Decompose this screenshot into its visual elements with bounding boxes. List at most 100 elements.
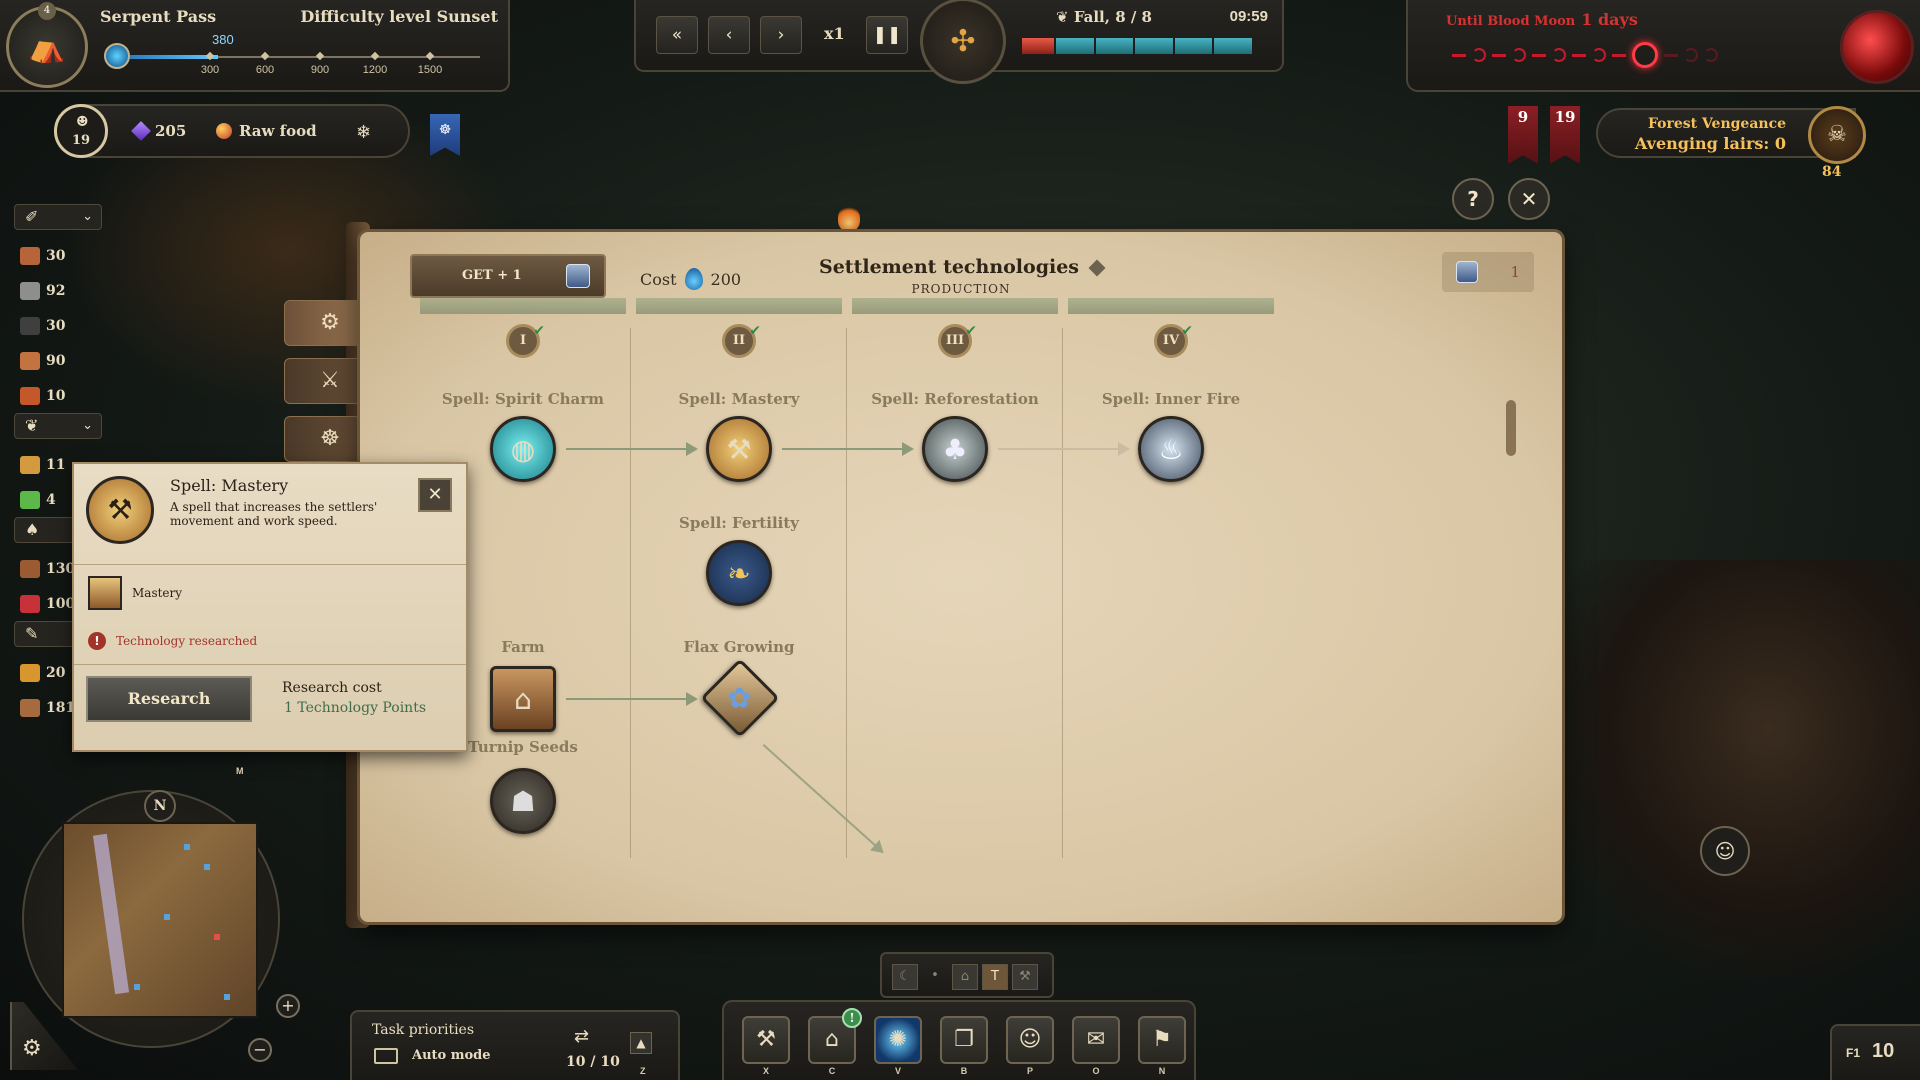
pickaxe-axe-icon[interactable]: ⚒ X (742, 1016, 790, 1076)
blood-moon-icon[interactable] (1840, 10, 1914, 84)
housing-count: 19 (1554, 108, 1576, 126)
resource-row[interactable]: 90 (14, 343, 104, 378)
alert-reminder[interactable]: 9 (1508, 106, 1538, 164)
resource-amount: 92 (46, 282, 66, 299)
difficulty-label: Difficulty level Sunset (300, 7, 498, 26)
auto-mode-toggle[interactable] (374, 1048, 398, 1064)
resource-row[interactable]: 30 (14, 238, 104, 273)
divider (74, 564, 466, 565)
tier-band (852, 298, 1058, 314)
swap-arrows-icon[interactable]: ⇄ (574, 1026, 589, 1047)
help-button[interactable]: ? (1452, 178, 1494, 220)
node-label: Flax Growing (683, 638, 795, 656)
magic-orb-icon[interactable]: ✺ V (874, 1016, 922, 1076)
tech-point-icon (1456, 261, 1478, 283)
campfire (838, 205, 860, 231)
hammer-mode-icon[interactable]: ⚒ (1012, 964, 1038, 990)
tech-link-line (762, 744, 883, 853)
resource-icon (20, 351, 40, 370)
resource-amount: 20 (46, 664, 66, 681)
minimap[interactable] (62, 822, 258, 1018)
hammer-icon[interactable]: ⚑ N (1138, 1016, 1186, 1076)
book-title-text: Settlement technologies (819, 256, 1079, 278)
population-badge[interactable]: ☻ 19 (54, 104, 108, 158)
building-mode-icon[interactable]: ⌂ (952, 964, 978, 990)
blood-moon-days: 1 days (1581, 10, 1638, 29)
season-label: ❦ Fall, 8 / 8 (1056, 8, 1152, 26)
vengeance-value: 84 (1822, 164, 1842, 180)
turnip-seeds-node[interactable]: ☗ (490, 768, 556, 834)
info-icon[interactable] (1088, 259, 1106, 277)
tooltip-close-button[interactable]: ✕ (418, 478, 452, 512)
tool-hotkey: X (762, 1066, 769, 1076)
resource-amount: 181 (46, 699, 76, 716)
progress-tick-label: 600 (255, 64, 275, 76)
tool-glyph: ✺ (888, 1027, 908, 1052)
flax-growing-node[interactable]: ✿ (700, 658, 780, 738)
gem-resource[interactable]: 205 (131, 121, 186, 141)
mastery-node[interactable]: ⚒ (706, 416, 772, 482)
progress-tick (370, 51, 380, 61)
rewind-button[interactable]: « (656, 16, 698, 54)
auto-mode-label: Auto mode (412, 1048, 491, 1063)
speed-label: x1 (824, 24, 845, 43)
resource-amount: 10 (46, 387, 66, 404)
snowflake-icon[interactable]: ❄ (356, 122, 371, 143)
task-priorities-panel: Task priorities Auto mode ⇄ 10 / 10 ▲ Z (350, 1010, 680, 1080)
f1-value: 10 (1872, 1040, 1895, 1062)
expand-up-button[interactable]: ▲ (630, 1032, 652, 1054)
map-scroll-icon[interactable]: ✉ O (1072, 1016, 1120, 1076)
tool-glyph: ⚒ (756, 1027, 776, 1052)
research-cost-label: Research cost (282, 680, 382, 696)
check-icon: ✔ (965, 323, 977, 339)
inner-fire-node[interactable]: ♨ (1138, 416, 1204, 482)
food-resource[interactable]: Raw food (216, 122, 317, 140)
f1-counter[interactable]: F1 10 (1830, 1024, 1920, 1080)
compass-north[interactable]: N (144, 790, 176, 822)
person-icon: ☻ (76, 114, 89, 130)
fertility-node[interactable]: ❧ (706, 540, 772, 606)
resource-category[interactable]: ❦ ⌄ (14, 413, 102, 439)
farm-node[interactable]: ⌂ (490, 666, 556, 732)
tool-glyph: ⚑ (1152, 1027, 1172, 1052)
chevron-down-icon: ⌄ (82, 209, 93, 224)
close-book-button[interactable]: ✕ (1508, 178, 1550, 220)
tier-band (636, 298, 842, 314)
zoom-in-button[interactable]: + (276, 994, 300, 1018)
pause-button[interactable]: ❚❚ (866, 16, 908, 54)
minimap-marker (164, 914, 170, 920)
faster-button[interactable]: › (760, 16, 802, 54)
population-count: 19 (71, 133, 91, 148)
spirit-charm-node[interactable]: ◍ (490, 416, 556, 482)
resource-category[interactable]: ✐ ⌄ (14, 204, 102, 230)
book-icon[interactable]: ❐ B (940, 1016, 988, 1076)
scrollbar-thumb[interactable] (1506, 400, 1516, 456)
technology-book: GET + 1 Cost 200 Settlement technologies… (360, 232, 1562, 922)
check-icon: ✔ (749, 323, 761, 339)
season-text: Fall, 8 / 8 (1073, 8, 1152, 26)
reforestation-node[interactable]: ♣ (922, 416, 988, 482)
gem-icon (131, 121, 151, 141)
construction-mode-icon[interactable]: T (982, 964, 1008, 990)
resource-row[interactable]: 10 (14, 378, 104, 413)
resource-row[interactable]: 92 (14, 273, 104, 308)
check-icon: ✔ (1181, 323, 1193, 339)
tool-hotkey: O (1092, 1066, 1100, 1076)
resource-row[interactable]: 30 (14, 308, 104, 343)
housing-reminder[interactable]: 19 (1550, 106, 1580, 164)
tooltip-item: Mastery (132, 586, 183, 600)
resource-amount: 100 (46, 595, 76, 612)
raw-food-icon (216, 123, 232, 139)
zoom-out-button[interactable]: − (248, 1038, 272, 1062)
slower-button[interactable]: ‹ (708, 16, 750, 54)
tech-link-arrow (566, 442, 698, 456)
settlers-icon[interactable]: ☺ P (1006, 1016, 1054, 1076)
settler-portrait-button[interactable]: ☺ (1700, 826, 1750, 876)
minimap-marker (134, 984, 140, 990)
technology-tooltip: ⚒ Spell: Mastery A spell that increases … (72, 462, 468, 752)
forest-vengeance-panel[interactable]: Forest Vengeance Avenging lairs: 0 ☠ (1596, 106, 1866, 164)
moon-mode-icon[interactable]: ☾ (892, 964, 918, 990)
research-button[interactable]: Research (86, 676, 252, 722)
main-toolbar: ⚒ X ⌂ C ✺ V ❐ B ☺ P ✉ O ⚑ N (722, 1000, 1196, 1080)
scene-rock (1540, 560, 1920, 980)
